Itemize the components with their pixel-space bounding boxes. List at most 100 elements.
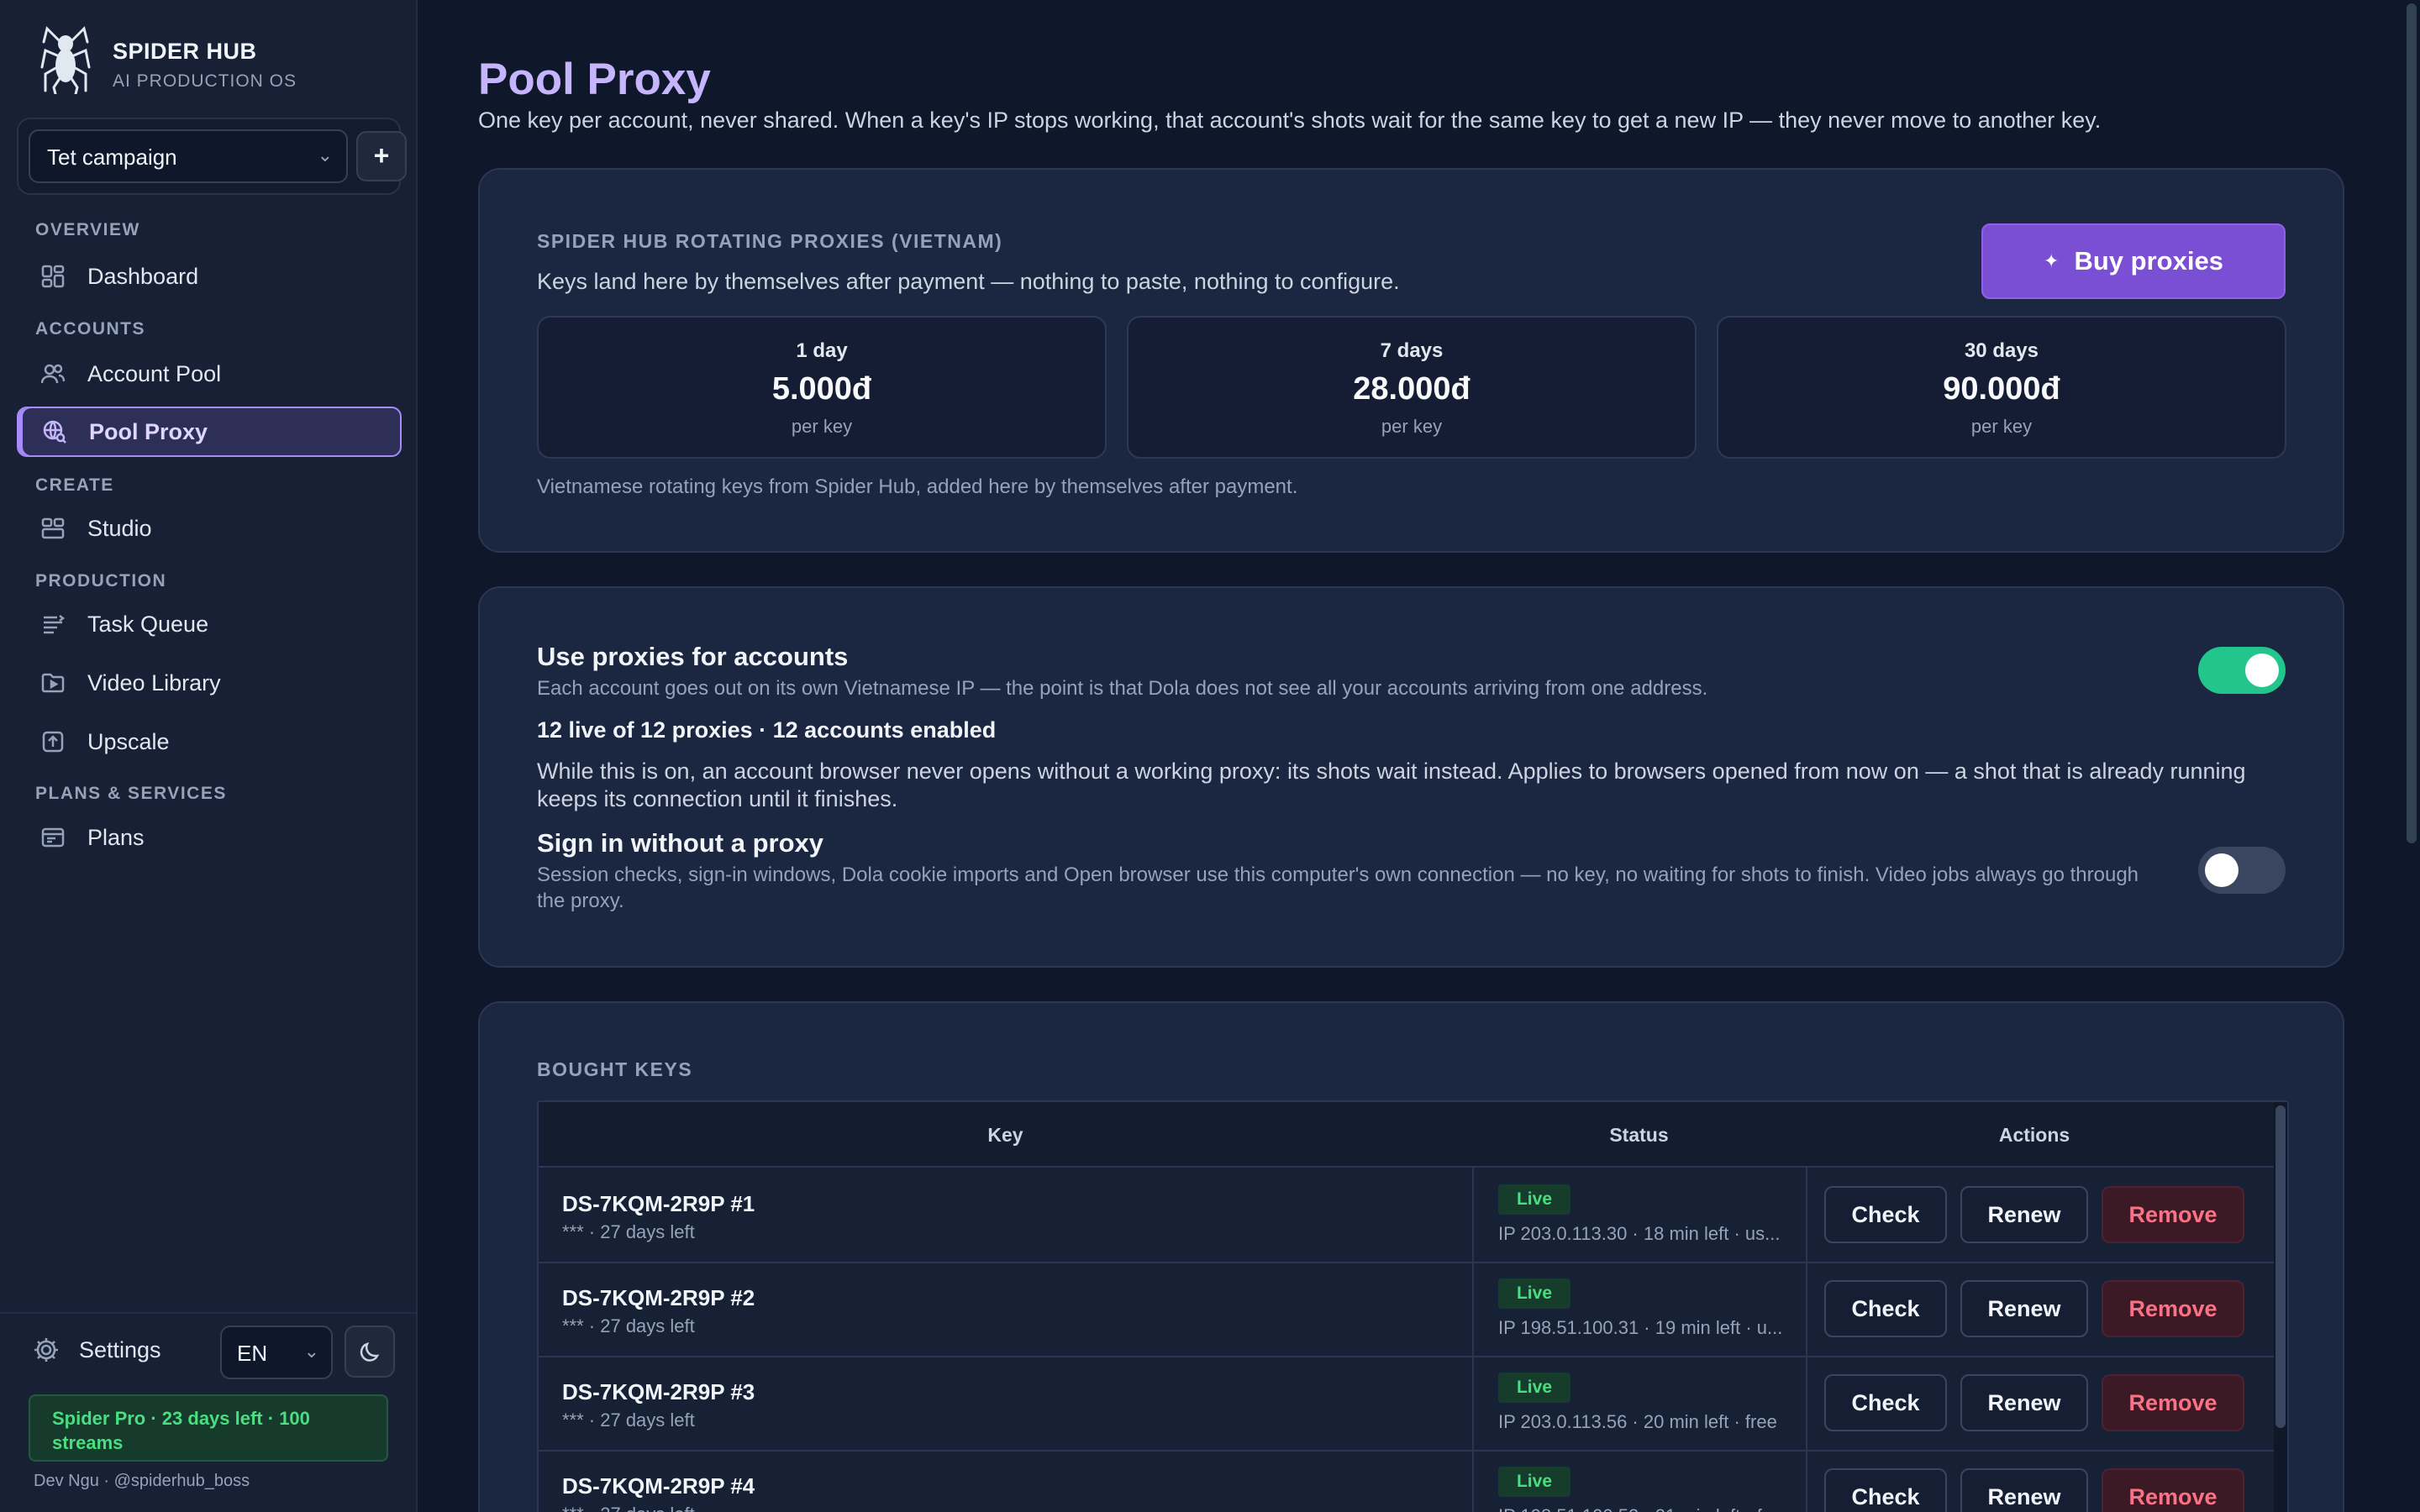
page-description: One key per account, never shared. When … xyxy=(478,108,2102,133)
users-icon xyxy=(40,361,66,386)
key-expiry: *** · 27 days left xyxy=(562,1221,695,1242)
sidebar: SPIDER HUB AI PRODUCTION OS Tet campaign… xyxy=(0,0,418,1512)
scrollbar-thumb[interactable] xyxy=(2275,1105,2286,1428)
dashboard-icon xyxy=(40,264,66,289)
scrollbar-thumb[interactable] xyxy=(2407,3,2417,843)
language-value: EN xyxy=(237,1341,268,1366)
page-title: Pool Proxy xyxy=(478,55,711,104)
signin-without-proxy-title: Sign in without a proxy xyxy=(537,828,823,858)
price-unit: per key xyxy=(1970,416,2033,437)
bought-keys-card: BOUGHT KEYS Key Status Actions DS-7KQM-2… xyxy=(478,1001,2344,1512)
bought-keys-table: Key Status Actions DS-7KQM-2R9P #1 *** ·… xyxy=(537,1100,2289,1512)
use-proxies-toggle[interactable] xyxy=(2198,647,2286,694)
sidebar-item-video-library[interactable]: Video Library xyxy=(17,658,402,708)
campaign-select-value: Tet campaign xyxy=(47,144,177,170)
sidebar-item-label: Video Library xyxy=(87,669,221,696)
use-proxies-card: Use proxies for accounts Each account go… xyxy=(478,586,2344,968)
moon-icon xyxy=(360,1341,380,1362)
key-name: DS-7KQM-2R9P #4 xyxy=(562,1473,755,1499)
status-badge: Live xyxy=(1498,1278,1570,1309)
key-expiry: *** · 27 days left xyxy=(562,1315,695,1336)
remove-button[interactable]: Remove xyxy=(2102,1280,2244,1337)
price-duration: 30 days xyxy=(1964,339,2039,362)
remove-button[interactable]: Remove xyxy=(2102,1374,2244,1431)
price-duration: 1 day xyxy=(796,339,848,362)
sidebar-item-label: Account Pool xyxy=(87,360,222,386)
sidebar-item-dashboard[interactable]: Dashboard xyxy=(17,251,402,302)
nav-section-create: CREATE xyxy=(35,475,114,495)
key-name: DS-7KQM-2R9P #1 xyxy=(562,1191,755,1216)
price-unit: per key xyxy=(1381,416,1443,437)
sidebar-item-upscale[interactable]: Upscale xyxy=(17,717,402,767)
status-detail: IP 203.0.113.56 · 20 min left · free xyxy=(1498,1411,1777,1432)
check-button[interactable]: Check xyxy=(1824,1468,1947,1512)
main-content: Pool Proxy One key per account, never sh… xyxy=(419,0,2420,1512)
check-button[interactable]: Check xyxy=(1824,1280,1947,1337)
renew-button[interactable]: Renew xyxy=(1960,1374,2088,1431)
key-name: DS-7KQM-2R9P #3 xyxy=(562,1379,755,1404)
status-detail: IP 198.51.100.52 · 21 min left · fr... xyxy=(1498,1505,1784,1512)
page-scrollbar[interactable] xyxy=(2403,0,2420,1512)
price-value: 28.000đ xyxy=(1353,371,1470,407)
check-button[interactable]: Check xyxy=(1824,1374,1947,1431)
signin-without-proxy-toggle[interactable] xyxy=(2198,847,2286,894)
toggle-knob xyxy=(2205,853,2238,887)
sidebar-item-pool-proxy[interactable]: Pool Proxy xyxy=(17,407,402,457)
price-option-30-days: 30 days 90.000đ per key xyxy=(1717,316,2286,459)
price-unit: per key xyxy=(791,416,853,437)
brand-subtitle: AI PRODUCTION OS xyxy=(113,71,297,91)
nav-section-production: PRODUCTION xyxy=(35,571,167,591)
status-detail: IP 198.51.100.31 · 19 min left · u... xyxy=(1498,1317,1783,1338)
settings-button[interactable]: Settings xyxy=(32,1336,161,1364)
status-badge: Live xyxy=(1498,1184,1570,1215)
rotating-proxies-card: SPIDER HUB ROTATING PROXIES (VIETNAM) Ke… xyxy=(478,168,2344,553)
sidebar-item-account-pool[interactable]: Account Pool xyxy=(17,349,402,399)
sidebar-item-task-queue[interactable]: Task Queue xyxy=(17,599,402,649)
nav-section-accounts: ACCOUNTS xyxy=(35,319,145,339)
column-header-status: Status xyxy=(1609,1124,1669,1146)
renew-button[interactable]: Renew xyxy=(1960,1468,2088,1512)
upscale-icon xyxy=(40,729,66,754)
table-row: DS-7KQM-2R9P #1 *** · 27 days left Live … xyxy=(539,1169,2275,1263)
key-expiry: *** · 27 days left xyxy=(562,1410,695,1431)
price-value: 90.000đ xyxy=(1943,371,2060,407)
brand: SPIDER HUB AI PRODUCTION OS xyxy=(40,25,297,94)
sidebar-item-plans[interactable]: Plans xyxy=(17,812,402,863)
table-scrollbar[interactable] xyxy=(2274,1102,2287,1512)
campaign-switcher: Tet campaign ⌄ + xyxy=(17,118,407,195)
studio-icon xyxy=(40,516,66,541)
renew-button[interactable]: Renew xyxy=(1960,1186,2088,1243)
buy-proxies-button[interactable]: ✦ Buy proxies xyxy=(1981,223,2286,299)
rotating-proxies-label: SPIDER HUB ROTATING PROXIES (VIETNAM) xyxy=(537,230,1003,252)
sidebar-item-studio[interactable]: Studio xyxy=(17,503,402,554)
sidebar-item-label: Task Queue xyxy=(87,611,209,637)
buy-proxies-label: Buy proxies xyxy=(2074,246,2223,276)
sparkle-icon: ✦ xyxy=(2044,250,2060,271)
plans-icon xyxy=(40,825,66,850)
settings-label: Settings xyxy=(79,1336,161,1362)
nav-section-plans: PLANS & SERVICES xyxy=(35,784,227,803)
remove-button[interactable]: Remove xyxy=(2102,1468,2244,1512)
queue-icon xyxy=(40,612,66,637)
renew-button[interactable]: Renew xyxy=(1960,1280,2088,1337)
signin-without-proxy-description: Session checks, sign-in windows, Dola co… xyxy=(537,864,2139,912)
table-row: DS-7KQM-2R9P #3 *** · 27 days left Live … xyxy=(539,1357,2275,1452)
key-expiry: *** · 27 days left xyxy=(562,1504,695,1512)
globe-search-icon xyxy=(42,419,67,444)
sidebar-item-label: Plans xyxy=(87,824,145,850)
price-duration: 7 days xyxy=(1380,339,1444,362)
add-campaign-button[interactable]: + xyxy=(356,131,407,181)
status-badge: Live xyxy=(1498,1373,1570,1403)
theme-toggle-button[interactable] xyxy=(345,1326,395,1378)
gear-icon xyxy=(34,1338,58,1362)
check-button[interactable]: Check xyxy=(1824,1186,1947,1243)
sidebar-item-label: Pool Proxy xyxy=(89,418,208,444)
brand-title: SPIDER HUB xyxy=(113,38,257,64)
user-info: Dev Ngu · @spiderhub_boss xyxy=(34,1472,250,1490)
campaign-select[interactable]: Tet campaign ⌄ xyxy=(29,129,348,183)
remove-button[interactable]: Remove xyxy=(2102,1186,2244,1243)
spider-logo-icon xyxy=(40,26,91,94)
toggle-knob xyxy=(2245,654,2279,687)
language-select[interactable]: EN ⌄ xyxy=(220,1326,333,1379)
sidebar-item-label: Upscale xyxy=(87,728,170,754)
